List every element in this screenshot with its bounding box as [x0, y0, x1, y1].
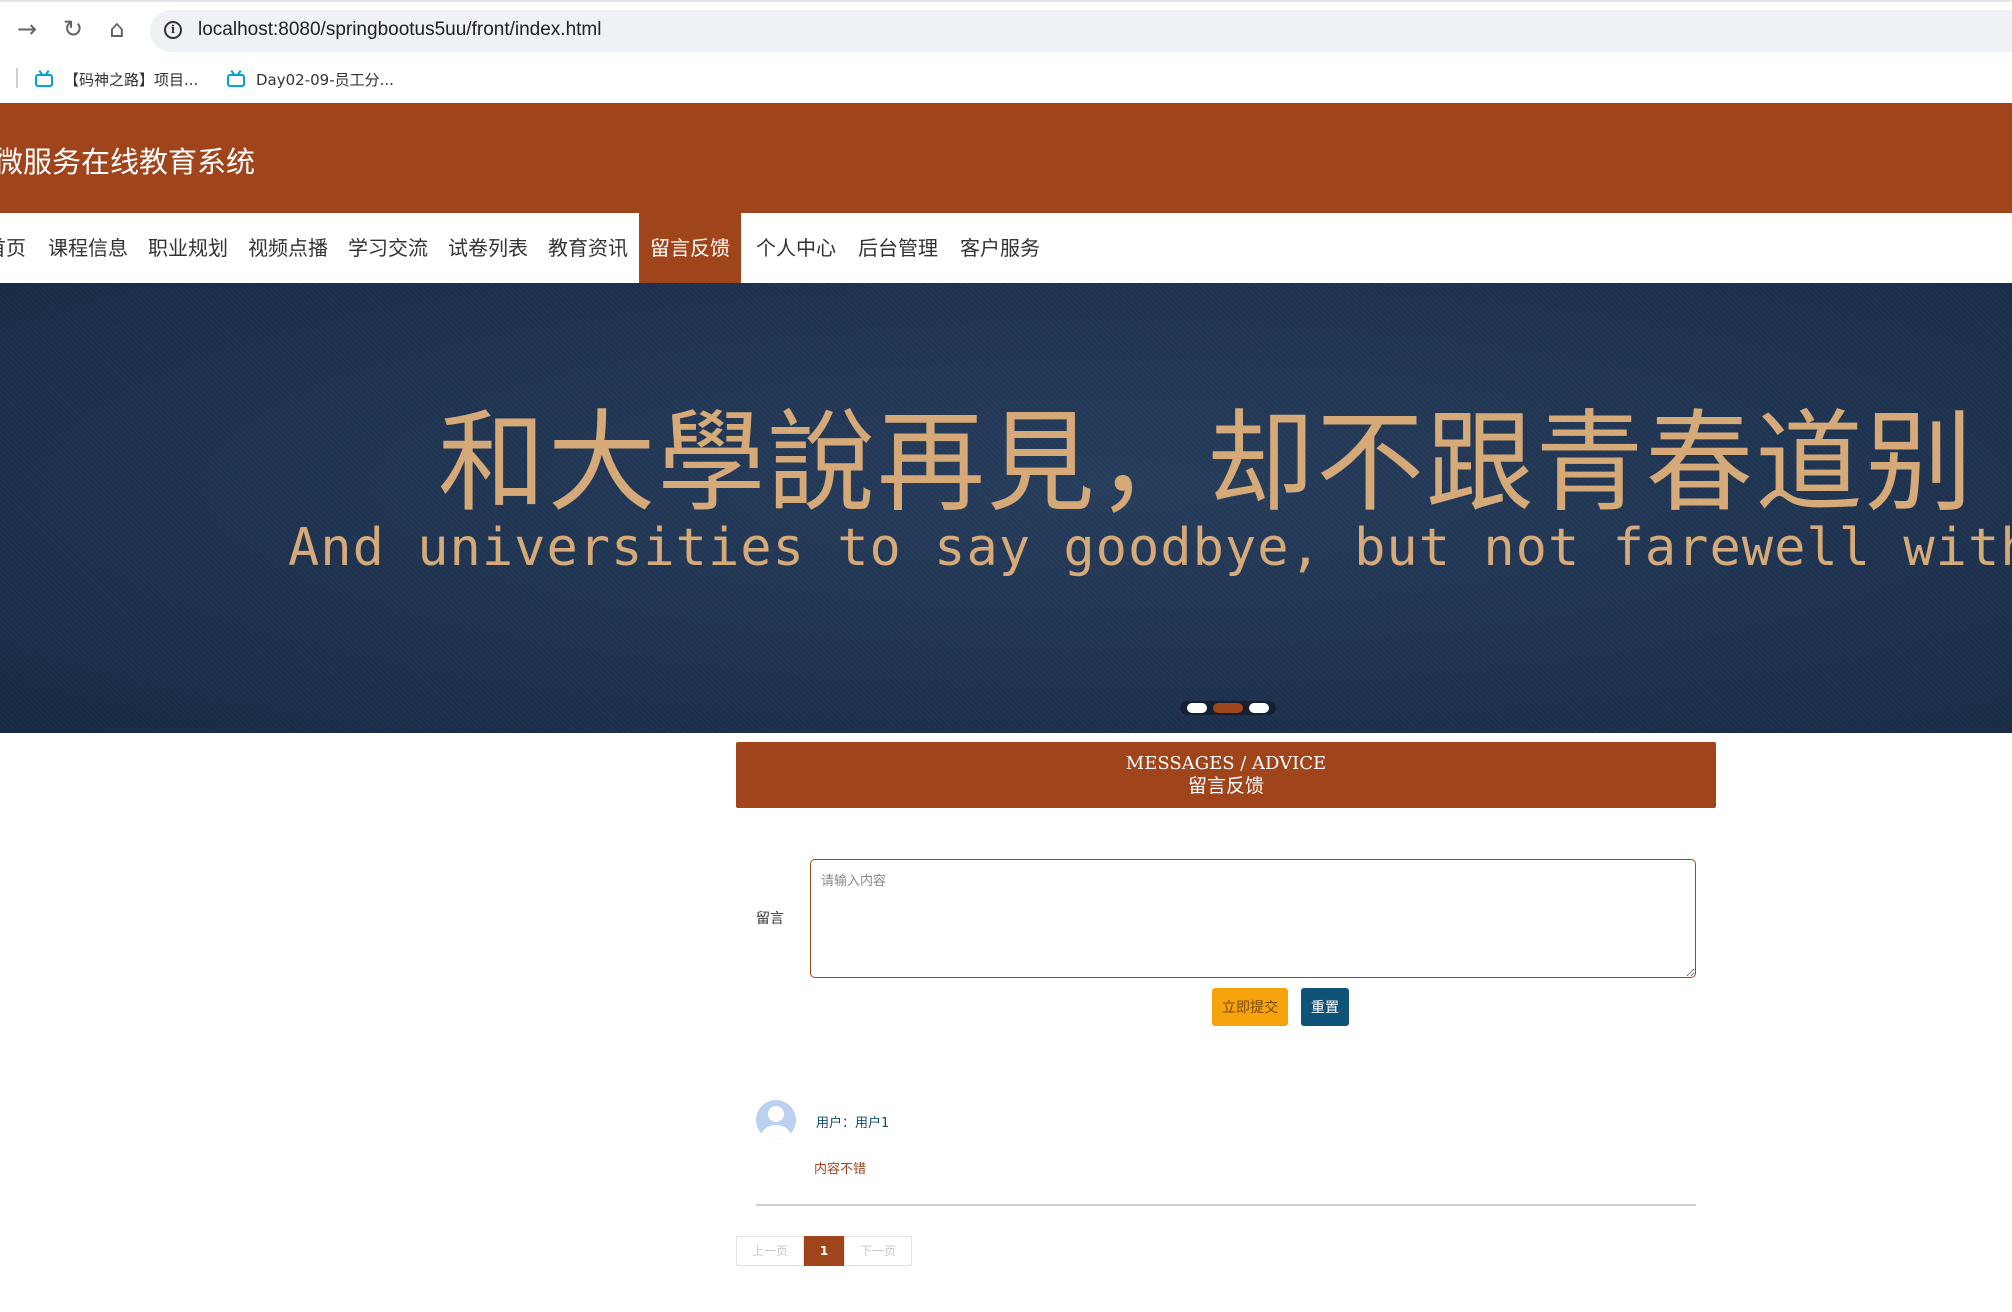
- bookmark-label: 【码神之路】项目...: [64, 70, 199, 89]
- nav-item-admin[interactable]: 后台管理: [850, 213, 946, 283]
- site-header: 微服务在线教育系统: [0, 103, 2012, 213]
- home-icon[interactable]: ⌂: [100, 12, 134, 46]
- bookmark-item[interactable]: Day02-09-员工分...: [226, 66, 394, 92]
- nav-item-forum[interactable]: 学习交流: [340, 213, 436, 283]
- nav-item-profile[interactable]: 个人中心: [748, 213, 844, 283]
- prev-page-button[interactable]: 上一页: [736, 1236, 804, 1266]
- bookmark-item[interactable]: 【码神之路】项目...: [34, 66, 198, 92]
- main-nav: 首页 课程信息 职业规划 视频点播 学习交流 试卷列表 教育资讯 留言反馈 个人…: [0, 213, 2012, 283]
- bilibili-tv-icon: [34, 69, 56, 88]
- reload-icon[interactable]: ↻: [56, 12, 90, 46]
- page-number-current[interactable]: 1: [804, 1236, 844, 1266]
- carousel-dot-active[interactable]: [1213, 703, 1243, 713]
- carousel-dot[interactable]: [1187, 703, 1207, 713]
- nav-item-career[interactable]: 职业规划: [140, 213, 236, 283]
- message-textarea[interactable]: [810, 859, 1696, 978]
- bookmarks-bar: 【码神之路】项目... Day02-09-员工分...: [0, 62, 2012, 94]
- site-title: 微服务在线教育系统: [0, 145, 256, 179]
- nav-item-courses[interactable]: 课程信息: [40, 213, 136, 283]
- next-page-button[interactable]: 下一页: [844, 1236, 912, 1266]
- banner-carousel[interactable]: 和大學說再見，却不跟青春道别 And universities to say g…: [0, 283, 2012, 733]
- bookmarks-separator: [16, 68, 18, 88]
- bilibili-tv-icon: [226, 69, 248, 88]
- carousel-indicators: [1180, 701, 1276, 715]
- nav-item-service[interactable]: 客户服务: [952, 213, 1048, 283]
- bookmark-label: Day02-09-员工分...: [256, 70, 394, 89]
- message-content: 内容不错: [814, 1162, 867, 1177]
- banner-text-en: And universities to say goodbye, but not…: [288, 518, 2012, 578]
- section-title-en: MESSAGES / ADVICE: [1125, 753, 1327, 774]
- message-label: 留言: [756, 911, 784, 927]
- message-user: 用户：用户1: [816, 1116, 890, 1131]
- banner-text-cn: 和大學說再見，却不跟青春道别: [438, 399, 1975, 527]
- tab-strip-edge: [0, 0, 2012, 2]
- nav-item-news[interactable]: 教育资讯: [540, 213, 636, 283]
- forward-arrow-icon[interactable]: →: [10, 12, 44, 46]
- carousel-dot[interactable]: [1249, 703, 1269, 713]
- browser-toolbar: → ↻ ⌂ i localhost:8080/springbootus5uu/f…: [0, 0, 2012, 54]
- nav-item-feedback[interactable]: 留言反馈: [639, 213, 741, 283]
- nav-item-exams[interactable]: 试卷列表: [440, 213, 536, 283]
- user-avatar-icon: [756, 1100, 796, 1140]
- address-url[interactable]: localhost:8080/springbootus5uu/front/ind…: [198, 19, 601, 41]
- reset-button[interactable]: 重置: [1301, 988, 1349, 1026]
- submit-button[interactable]: 立即提交: [1212, 988, 1288, 1026]
- address-bar[interactable]: i localhost:8080/springbootus5uu/front/i…: [150, 10, 2012, 52]
- message-divider: [756, 1204, 1696, 1206]
- site-info-icon[interactable]: i: [164, 21, 182, 39]
- nav-item-videos[interactable]: 视频点播: [240, 213, 336, 283]
- section-header: MESSAGES / ADVICE 留言反馈: [736, 742, 1716, 808]
- nav-item-home[interactable]: 首页: [0, 213, 32, 283]
- pagination: 上一页 1 下一页: [736, 1236, 912, 1266]
- section-title-cn: 留言反馈: [1187, 775, 1264, 797]
